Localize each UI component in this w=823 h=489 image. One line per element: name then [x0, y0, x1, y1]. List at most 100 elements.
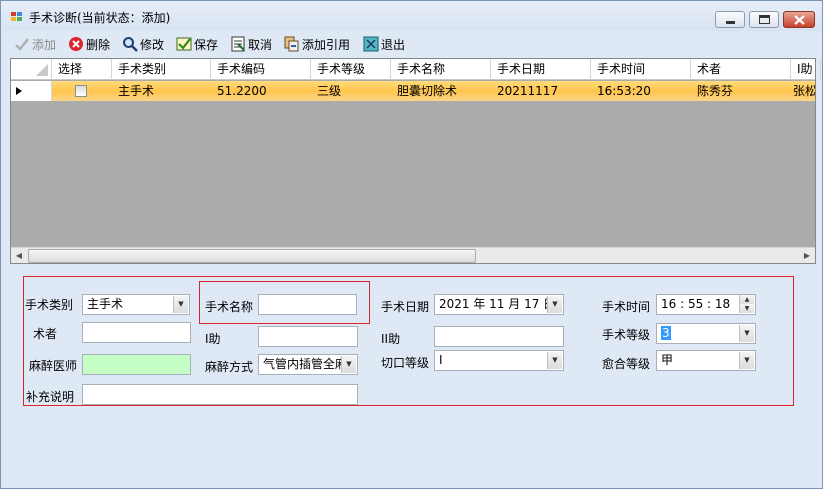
app-icon — [11, 12, 23, 22]
modify-label: 修改 — [140, 37, 165, 52]
window-title: 手术诊断(当前状态：添加) — [29, 11, 171, 25]
category-value: 主手术 — [87, 297, 124, 311]
assistant2-label: II助 — [381, 332, 401, 346]
cell-date: 20211117 — [497, 84, 559, 98]
grid-header: 选择 手术类别 手术编码 手术等级 手术名称 手术日期 手术时间 术者 I助 — [11, 59, 821, 80]
healing-level-label: 愈合等级 — [602, 357, 651, 371]
cell-time: 16:53:20 — [597, 84, 651, 98]
horizontal-scrollbar[interactable]: ◀ ▶ — [11, 247, 815, 263]
delete-icon — [69, 37, 83, 51]
column-header-date[interactable]: 手术日期 — [491, 59, 591, 80]
modify-button[interactable]: 修改 — [122, 34, 164, 54]
chevron-down-icon[interactable]: ▼ — [739, 352, 754, 369]
cell-assistant1: 张松 — [793, 84, 815, 98]
column-header-category[interactable]: 手术类别 — [112, 59, 211, 80]
surgery-level-select[interactable]: 3 ▼ — [656, 323, 756, 344]
minimize-icon — [726, 21, 735, 24]
add-reference-icon — [284, 36, 299, 52]
surgery-time-value: 16 : 55 : 18 — [661, 297, 731, 311]
surgery-name-input[interactable] — [258, 294, 357, 315]
cell-code: 51.2200 — [217, 84, 267, 98]
anesthesia-method-value: 气管内插管全麻 — [263, 357, 348, 371]
surgery-level-value: 3 — [661, 326, 671, 340]
cancel-button[interactable]: 取消 — [230, 34, 272, 54]
category-label: 手术类别 — [25, 298, 74, 312]
add-button[interactable]: 添加 — [14, 34, 56, 54]
chevron-down-icon[interactable]: ▼ — [547, 352, 562, 369]
spin-up-icon[interactable]: ▲ — [739, 295, 754, 304]
incision-level-select[interactable]: I ▼ — [434, 350, 564, 371]
minimize-button[interactable] — [715, 11, 745, 28]
row-select-checkbox[interactable] — [75, 85, 87, 97]
calendar-dropdown-icon[interactable]: ▼ — [547, 296, 562, 313]
grid-corner[interactable] — [11, 59, 52, 80]
exit-button[interactable]: 退出 — [363, 34, 405, 54]
column-header-name[interactable]: 手术名称 — [391, 59, 491, 80]
current-row-arrow-icon — [16, 87, 22, 95]
anesthetist-label: 麻醉医师 — [29, 359, 78, 373]
cell-category: 主手术 — [118, 84, 155, 98]
column-header-select[interactable]: 选择 — [52, 59, 112, 80]
save-button[interactable]: 保存 — [176, 34, 218, 54]
save-check-icon — [176, 37, 192, 51]
healing-level-value: 甲 — [661, 353, 674, 367]
toolbar: 添加 删除 修改 保存 取消 添加引用 退出 — [1, 31, 822, 57]
assistant1-label: I助 — [205, 332, 221, 346]
notes-input[interactable] — [82, 384, 358, 405]
delete-button[interactable]: 删除 — [68, 34, 110, 54]
scroll-left-icon[interactable]: ◀ — [11, 248, 27, 264]
add-label: 添加 — [32, 37, 57, 52]
magnifier-icon — [123, 37, 138, 52]
column-header-code[interactable]: 手术编码 — [211, 59, 311, 80]
table-row[interactable]: 主手术 51.2200 三级 胆囊切除术 20211117 16:53:20 陈… — [11, 81, 815, 101]
maximize-icon — [759, 15, 770, 24]
close-icon — [794, 15, 805, 25]
column-header-time[interactable]: 手术时间 — [591, 59, 691, 80]
notes-label: 补充说明 — [26, 390, 75, 404]
chevron-down-icon[interactable]: ▼ — [341, 356, 356, 373]
incision-level-label: 切口等级 — [381, 356, 430, 370]
column-header-level[interactable]: 手术等级 — [311, 59, 391, 80]
add-reference-label: 添加引用 — [302, 37, 351, 52]
delete-label: 删除 — [86, 37, 111, 52]
incision-level-value: I — [439, 353, 443, 367]
healing-level-select[interactable]: 甲 ▼ — [656, 350, 756, 371]
anesthesia-method-select[interactable]: 气管内插管全麻 ▼ — [258, 354, 358, 375]
exit-icon — [363, 36, 379, 52]
cell-name: 胆囊切除术 — [397, 84, 458, 98]
surgery-name-label: 手术名称 — [205, 300, 254, 314]
anesthetist-input[interactable] — [82, 354, 191, 375]
cell-surgeon: 陈秀芬 — [697, 84, 734, 98]
check-icon — [15, 38, 29, 51]
spin-down-icon[interactable]: ▼ — [739, 304, 754, 313]
assistant2-input[interactable] — [434, 326, 564, 347]
surgery-level-label: 手术等级 — [602, 328, 651, 342]
surgery-diagnosis-window: 手术诊断(当前状态：添加) 添加 删除 修改 保存 取消 添加引用 退出 选择 … — [0, 0, 823, 489]
chevron-down-icon[interactable]: ▼ — [739, 325, 754, 342]
row-header[interactable] — [11, 81, 52, 101]
surgery-date-label: 手术日期 — [381, 300, 430, 314]
surgery-time-label: 手术时间 — [602, 300, 651, 314]
assistant1-input[interactable] — [258, 326, 358, 347]
add-reference-button[interactable]: 添加引用 — [284, 34, 350, 54]
close-button[interactable] — [783, 11, 815, 28]
scrollbar-thumb[interactable] — [28, 249, 476, 263]
column-header-surgeon[interactable]: 术者 — [691, 59, 791, 80]
exit-label: 退出 — [381, 37, 406, 52]
surgeon-label: 术者 — [33, 327, 58, 341]
maximize-button[interactable] — [749, 11, 779, 28]
cell-level: 三级 — [317, 84, 342, 98]
chevron-down-icon[interactable]: ▼ — [173, 296, 188, 313]
surgery-date-value: 2021 年 11 月 17 日 — [439, 297, 556, 311]
category-select[interactable]: 主手术 ▼ — [82, 294, 190, 315]
cancel-doc-icon — [231, 36, 245, 52]
surgery-time-picker[interactable]: 16 : 55 : 18 ▲ ▼ — [656, 294, 756, 315]
scroll-right-icon[interactable]: ▶ — [799, 248, 815, 264]
surgery-grid: 选择 手术类别 手术编码 手术等级 手术名称 手术日期 手术时间 术者 I助 主… — [10, 58, 821, 264]
cancel-label: 取消 — [248, 37, 273, 52]
column-header-assistant1[interactable]: I助 — [791, 59, 821, 80]
surgery-date-picker[interactable]: 2021 年 11 月 17 日 ▼ — [434, 294, 564, 315]
surgeon-input[interactable] — [82, 322, 191, 343]
anesthesia-method-label: 麻醉方式 — [205, 360, 254, 374]
select-all-icon — [36, 64, 48, 76]
